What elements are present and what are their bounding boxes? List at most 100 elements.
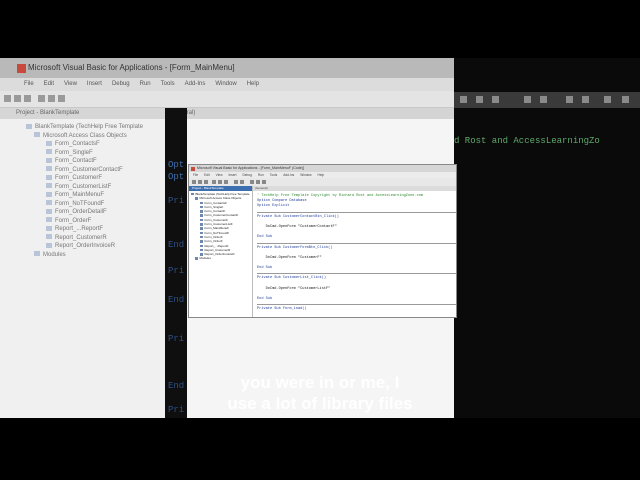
tree-item[interactable]: Form_CustomerContactF bbox=[0, 166, 165, 175]
tree-item[interactable]: Modules bbox=[0, 251, 165, 260]
tree-item[interactable]: Form_MainMenuF bbox=[0, 191, 165, 200]
bg-menu-window[interactable]: Window bbox=[215, 81, 236, 87]
tree-item[interactable]: Microsoft Access Class Objects bbox=[0, 132, 165, 141]
bg-menu-bar: File Edit View Insert Debug Run Tools Add-Ins Wi… bbox=[0, 78, 454, 91]
toolbar-button-icon[interactable] bbox=[476, 96, 483, 103]
subtitle-line-1: you were in or me, I bbox=[240, 373, 400, 392]
form-icon bbox=[46, 191, 52, 197]
bg-menu-help[interactable]: Help bbox=[247, 81, 259, 87]
procedure-separator bbox=[257, 304, 456, 306]
inset-menu-edit[interactable]: Edit bbox=[204, 173, 210, 177]
inset-menu-file[interactable]: File bbox=[193, 173, 198, 177]
bg-menu-file[interactable]: File bbox=[24, 81, 34, 87]
form-icon bbox=[46, 157, 52, 163]
form-icon bbox=[46, 242, 52, 248]
tree-item-label: Report_...ReportF bbox=[55, 226, 104, 232]
paste-icon[interactable] bbox=[224, 180, 228, 184]
paste-icon[interactable] bbox=[58, 95, 65, 102]
tree-item[interactable]: Form_OrderF bbox=[0, 217, 165, 226]
folder-icon bbox=[34, 251, 40, 257]
tree-item[interactable]: Form_ContactsF bbox=[0, 140, 165, 149]
cut-icon[interactable] bbox=[38, 95, 45, 102]
cut-icon[interactable] bbox=[212, 180, 216, 184]
right-comment-fragment: d Rost and AccessLearningZo bbox=[454, 136, 600, 146]
toolbar-button-icon[interactable] bbox=[622, 96, 629, 103]
tree-item[interactable]: Form_ContactF bbox=[0, 157, 165, 166]
tree-item[interactable]: Report_CustomerR bbox=[0, 234, 165, 243]
left-code-fragment: End bbox=[168, 295, 185, 305]
insert-module-icon[interactable] bbox=[198, 180, 202, 184]
inset-menu-insert[interactable]: Insert bbox=[229, 173, 237, 177]
toolbar-button-icon[interactable] bbox=[540, 96, 547, 103]
tree-item-label: Report_OrderInvoiceR bbox=[55, 243, 116, 249]
tree-item[interactable]: Form_CustomerListF bbox=[0, 183, 165, 192]
reset-icon[interactable] bbox=[262, 180, 266, 184]
inset-menu-debug[interactable]: Debug bbox=[242, 173, 251, 177]
tree-item[interactable]: Form_SingleF bbox=[0, 149, 165, 158]
code-line: Private Sub Form_Load() bbox=[257, 307, 307, 312]
toolbar-button-icon[interactable] bbox=[582, 96, 589, 103]
code-line: End Sub bbox=[257, 266, 273, 271]
toolbar-button-icon[interactable] bbox=[566, 96, 573, 103]
copy-icon[interactable] bbox=[218, 180, 222, 184]
tree-item[interactable]: Report_OrderInvoiceR bbox=[0, 242, 165, 251]
procedure-separator bbox=[257, 242, 456, 244]
inset-menu-tools[interactable]: Tools bbox=[270, 173, 277, 177]
save-icon[interactable] bbox=[204, 180, 208, 184]
copy-icon[interactable] bbox=[48, 95, 55, 102]
view-access-icon[interactable] bbox=[192, 180, 196, 184]
inset-code-pane[interactable]: (General) ' TechHelp Free Template Copyr… bbox=[253, 186, 456, 317]
inset-menu-help[interactable]: Help bbox=[318, 173, 325, 177]
tree-item-label: Form_NoTFoundF bbox=[55, 200, 105, 207]
toolbar-button-icon[interactable] bbox=[524, 96, 531, 103]
bg-menu-addins[interactable]: Add-Ins bbox=[185, 81, 206, 87]
bg-menu-tools[interactable]: Tools bbox=[161, 81, 175, 87]
inset-menu-view[interactable]: View bbox=[216, 173, 223, 177]
form-icon bbox=[200, 205, 203, 209]
tree-item[interactable]: BlankTemplate (TechHelp Free Template bbox=[0, 123, 165, 132]
break-icon[interactable] bbox=[256, 180, 260, 184]
tree-item[interactable]: Report_...ReportF bbox=[0, 225, 165, 234]
right-toolbar-strip bbox=[454, 92, 640, 108]
inset-menu-window[interactable]: Window bbox=[300, 173, 311, 177]
undo-icon[interactable] bbox=[234, 180, 238, 184]
toolbar-button-icon[interactable] bbox=[604, 96, 611, 103]
toolbar-button-icon[interactable] bbox=[492, 96, 499, 103]
redo-icon[interactable] bbox=[240, 180, 244, 184]
bg-menu-view[interactable]: View bbox=[64, 81, 77, 87]
tree-item[interactable]: Modules bbox=[189, 256, 252, 260]
tree-item-label: Form_ContactF bbox=[55, 158, 97, 164]
tree-item-label: Report_CustomerR bbox=[55, 234, 107, 241]
tree-item-label: Form_OrderDetailF bbox=[55, 209, 107, 215]
form-icon bbox=[46, 217, 52, 223]
tree-item[interactable]: Form_NoTFoundF bbox=[0, 200, 165, 209]
toolbar-button-icon[interactable] bbox=[460, 96, 467, 103]
bg-project-tree: BlankTemplate (TechHelp Free Template Mic… bbox=[0, 119, 165, 259]
inset-menu-addins[interactable]: Add-Ins bbox=[283, 173, 294, 177]
insert-module-icon[interactable] bbox=[14, 95, 21, 102]
run-icon[interactable] bbox=[250, 180, 254, 184]
inset-project-explorer: Project - BlankTemplate BlankTemplate (T… bbox=[189, 186, 253, 317]
inset-menu-run[interactable]: Run bbox=[258, 173, 264, 177]
inset-title-bar: Microsoft Visual Basic for Applications … bbox=[189, 165, 456, 172]
form-icon bbox=[200, 218, 203, 222]
form-icon bbox=[200, 235, 203, 239]
bg-menu-debug[interactable]: Debug bbox=[112, 81, 130, 87]
bg-menu-run[interactable]: Run bbox=[140, 81, 151, 87]
procedure-separator bbox=[257, 211, 456, 213]
form-icon bbox=[200, 227, 203, 230]
bg-menu-insert[interactable]: Insert bbox=[87, 81, 102, 87]
tree-item[interactable]: Form_CustomerF bbox=[0, 174, 165, 183]
tree-item[interactable]: Form_OrderDetailF bbox=[0, 208, 165, 217]
code-line: End Sub bbox=[257, 297, 273, 302]
form-icon bbox=[46, 200, 52, 206]
save-icon[interactable] bbox=[24, 95, 31, 102]
left-code-fragment: Pri bbox=[168, 196, 185, 206]
form-icon bbox=[46, 225, 52, 231]
left-code-fragment: Pri bbox=[168, 334, 185, 344]
view-access-icon[interactable] bbox=[4, 95, 11, 102]
tree-item-label: Modules bbox=[199, 256, 211, 261]
folder-icon bbox=[34, 132, 40, 138]
project-icon bbox=[191, 192, 194, 196]
bg-menu-edit[interactable]: Edit bbox=[44, 81, 54, 87]
